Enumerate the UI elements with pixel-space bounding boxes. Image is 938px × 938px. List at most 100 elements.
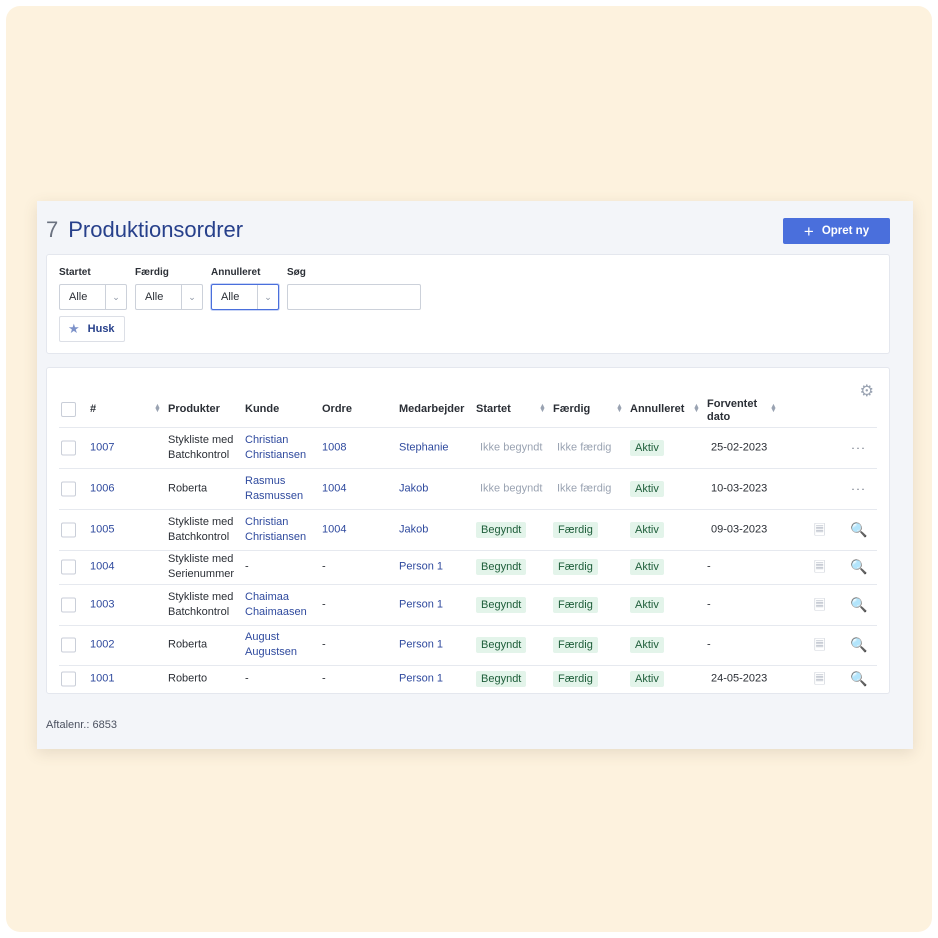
product-cell: Stykliste med Batchkontrol xyxy=(168,434,234,461)
employee-cell[interactable]: Stephanie xyxy=(399,441,449,456)
star-icon: ★ xyxy=(68,321,80,336)
ellipsis-icon[interactable]: ··· xyxy=(851,441,866,456)
document-search-icon[interactable]: 🔍 xyxy=(850,522,867,537)
table-row[interactable]: 1001 Roberto - - Person 1 Begyndt Færdig Aktiv 2… xyxy=(47,665,889,693)
search-input[interactable] xyxy=(287,284,421,310)
table-row[interactable]: 1005 Stykliste med Batchkontrol Christian … xyxy=(47,509,889,550)
filter-started-label: Startet xyxy=(59,267,91,278)
column-header-finished[interactable]: Færdig xyxy=(553,403,590,416)
order-id-link[interactable]: 1004 xyxy=(90,560,114,575)
employee-cell[interactable]: Person 1 xyxy=(399,597,443,612)
document-search-icon[interactable]: 🔍 xyxy=(850,637,867,653)
order-cell[interactable]: 1004 xyxy=(322,522,346,537)
order-id-link[interactable]: 1002 xyxy=(90,638,114,653)
document-search-icon[interactable]: 🔍 xyxy=(850,597,867,612)
status-badge: Aktiv xyxy=(630,480,664,497)
expected-date-cell: 09-03-2023 xyxy=(711,523,768,535)
row-checkbox[interactable] xyxy=(61,637,76,653)
status-badge: Begyndt xyxy=(476,559,527,575)
order-id-link[interactable]: 1003 xyxy=(90,597,114,612)
copy-icon[interactable]: 🗏 xyxy=(814,559,825,575)
filter-finished-label: Færdig xyxy=(135,267,169,278)
copy-icon[interactable]: 🗏 xyxy=(814,597,825,612)
order-id-link[interactable]: 1007 xyxy=(90,441,114,456)
column-header-order: Ordre xyxy=(322,403,352,415)
column-header-expected-date[interactable]: Forventet dato xyxy=(707,398,767,424)
status-badge: Aktiv xyxy=(630,521,664,538)
filter-finished: Færdig Alle ⌄ xyxy=(135,267,203,310)
filter-started-select[interactable]: Alle ⌄ xyxy=(59,284,127,310)
chevron-down-icon: ⌄ xyxy=(181,285,202,309)
customer-cell[interactable]: August Augustsen xyxy=(245,630,313,660)
select-all-checkbox[interactable] xyxy=(61,402,76,417)
status-badge: Begyndt xyxy=(476,596,527,613)
order-cell: - xyxy=(322,560,326,573)
table-row[interactable]: 1004 Stykliste med Serienummer - - Person 1B… xyxy=(47,550,889,584)
column-header-id[interactable]: # xyxy=(90,403,96,416)
row-checkbox[interactable] xyxy=(61,597,76,612)
create-new-button[interactable]: + Opret ny xyxy=(783,218,890,244)
filter-panel: Startet Alle ⌄ Færdig Alle ⌄ Annulleret … xyxy=(46,254,890,354)
customer-cell[interactable]: Christian Christiansen xyxy=(245,515,313,545)
row-checkbox[interactable] xyxy=(61,671,76,687)
table-row[interactable]: 1002 Roberta August Augustsen - Person 1 Begy… xyxy=(47,625,889,665)
order-id-link[interactable]: 1005 xyxy=(90,522,114,537)
page-background: 7 Produktionsordrer + Opret ny Startet A… xyxy=(6,6,932,932)
column-header-started[interactable]: Startet xyxy=(476,403,511,416)
filter-cancelled-select[interactable]: Alle ⌄ xyxy=(211,284,279,310)
copy-icon[interactable]: 🗏 xyxy=(814,522,825,537)
row-checkbox[interactable] xyxy=(61,440,76,456)
copy-icon[interactable]: 🗏 xyxy=(814,637,825,653)
expected-date-cell: 24-05-2023 xyxy=(711,672,768,685)
started-status: Ikke begyndt xyxy=(480,482,543,494)
product-cell: Roberta xyxy=(168,482,208,494)
document-search-icon[interactable]: 🔍 xyxy=(850,671,867,687)
status-badge: Aktiv xyxy=(630,671,664,687)
column-header-employee: Medarbejder xyxy=(399,403,465,415)
order-cell: - xyxy=(322,672,326,685)
remember-button[interactable]: ★ Husk xyxy=(59,316,125,342)
order-id-link[interactable]: 1001 xyxy=(90,672,114,687)
column-header-cancelled[interactable]: Annulleret xyxy=(630,403,684,416)
order-cell[interactable]: 1008 xyxy=(322,441,346,456)
customer-cell[interactable]: Chaimaa Chaimaasen xyxy=(245,590,313,620)
employee-cell[interactable]: Person 1 xyxy=(399,560,443,575)
sort-icon[interactable]: ▲ ▼ xyxy=(154,403,161,414)
gear-icon[interactable]: ⚙ xyxy=(860,381,874,401)
employee-cell[interactable]: Jakob xyxy=(399,481,428,496)
row-checkbox[interactable] xyxy=(61,559,76,575)
sort-icon[interactable]: ▲ ▼ xyxy=(770,403,777,414)
row-checkbox[interactable] xyxy=(61,481,76,496)
row-checkbox[interactable] xyxy=(61,522,76,537)
table-row[interactable]: 1007 Stykliste med Batchkontrol Christian … xyxy=(47,428,889,468)
table-row[interactable]: 1003 Stykliste med Batchkontrol Chaimaa Ch… xyxy=(47,584,889,625)
cancelled-status: Aktiv xyxy=(630,559,664,575)
filter-finished-select[interactable]: Alle ⌄ xyxy=(135,284,203,310)
status-badge: Begyndt xyxy=(476,637,527,653)
copy-icon[interactable]: 🗏 xyxy=(814,671,825,687)
status-badge: Aktiv xyxy=(630,637,664,653)
customer-cell[interactable]: Rasmus Rasmussen xyxy=(245,474,313,504)
cancelled-status: Aktiv xyxy=(630,521,664,538)
finished-status: Ikke færdig xyxy=(557,441,612,454)
sort-icon[interactable]: ▲ ▼ xyxy=(693,403,700,414)
order-id-link[interactable]: 1006 xyxy=(90,481,114,496)
filter-cancelled-value: Alle xyxy=(221,291,240,303)
table-row[interactable]: 1006 Roberta Rasmus Rasmussen 1004 Jakob Ikke… xyxy=(47,468,889,509)
finished-status: Færdig xyxy=(553,596,598,613)
employee-cell[interactable]: Person 1 xyxy=(399,638,443,653)
plus-icon: + xyxy=(803,221,814,241)
employee-cell[interactable]: Person 1 xyxy=(399,672,443,687)
employee-cell[interactable]: Jakob xyxy=(399,522,428,537)
started-status: Begyndt xyxy=(476,521,527,538)
finished-status: Færdig xyxy=(553,559,598,575)
expected-date-cell: - xyxy=(707,560,711,573)
document-search-icon[interactable]: 🔍 xyxy=(850,559,867,575)
product-cell: Roberto xyxy=(168,672,208,685)
sort-icon[interactable]: ▲ ▼ xyxy=(539,403,546,414)
ellipsis-icon[interactable]: ··· xyxy=(851,481,866,496)
sort-icon[interactable]: ▲ ▼ xyxy=(616,403,623,414)
status-badge: Færdig xyxy=(553,596,598,613)
order-cell[interactable]: 1004 xyxy=(322,481,346,496)
customer-cell[interactable]: Christian Christiansen xyxy=(245,433,313,463)
